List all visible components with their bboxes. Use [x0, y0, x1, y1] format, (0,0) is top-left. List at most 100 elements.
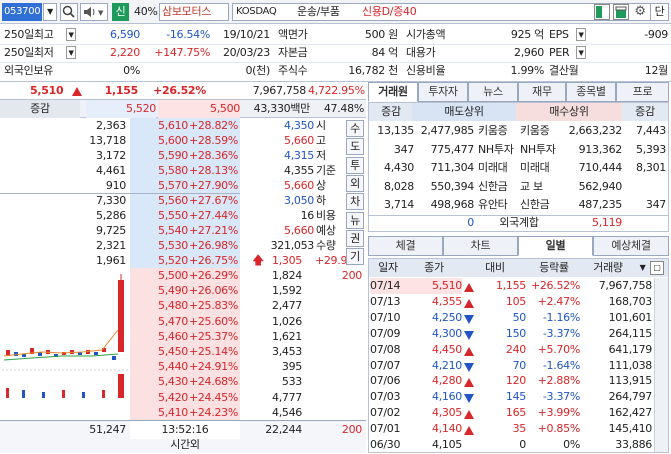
bid-qty[interactable]: 395 — [244, 359, 302, 374]
side-tab[interactable]: 기 — [346, 248, 364, 266]
bid-price[interactable]: 5,470 — [130, 314, 188, 329]
broker-buy-name[interactable]: 미래대 — [520, 159, 560, 177]
bid-rate: +24.45% — [188, 390, 238, 404]
bid-price[interactable]: 5,420 — [130, 390, 188, 405]
after-hours-button[interactable]: 시간외 — [130, 436, 240, 454]
ask-qty[interactable]: 2,363 — [40, 118, 126, 133]
ask-price[interactable]: 5,590 — [130, 148, 188, 163]
daily-scrollbar[interactable] — [654, 278, 668, 452]
ask-price[interactable]: 5,520 — [130, 253, 188, 268]
top-tab[interactable]: 뉴스 — [468, 82, 518, 102]
dropdown-arrow[interactable]: ▼ — [576, 46, 586, 59]
bid-qty[interactable]: 3,453 — [244, 344, 302, 359]
ask-price[interactable]: 5,610 — [130, 118, 188, 133]
top-tab[interactable]: 재무 — [518, 82, 566, 102]
broker-buy-change: 347 — [645, 198, 666, 211]
ask-price[interactable]: 5,580 — [130, 163, 188, 178]
bid-qty[interactable]: 1,592 — [244, 283, 302, 298]
side-tab[interactable]: 투 — [346, 156, 364, 174]
daily-change: 70 — [512, 358, 526, 372]
side-tab[interactable]: 외 — [346, 174, 364, 192]
dropdown-arrow[interactable]: ▼ — [66, 28, 76, 41]
bid-qty[interactable]: 1,026 — [244, 314, 302, 329]
ask-qty[interactable]: 910 — [40, 178, 126, 193]
bottom-tab[interactable]: 차트 — [443, 236, 518, 256]
top-tab[interactable]: 종목별 — [566, 82, 616, 102]
gear-icon[interactable]: ⚙ — [632, 4, 648, 20]
dropdown-arrow[interactable]: ▼ — [66, 46, 76, 59]
ask-qty[interactable]: 7,330 — [40, 193, 126, 208]
settings-icon[interactable]: ▢ — [650, 261, 664, 275]
link-icon[interactable] — [613, 4, 629, 20]
broker-sell-name[interactable]: 신한금 — [478, 178, 518, 196]
bid-qty[interactable]: 2,477 — [244, 298, 302, 313]
daily-header-cell: 등락률 — [539, 261, 569, 274]
bottom-tab[interactable]: 체결 — [368, 236, 443, 256]
bid-price[interactable]: 5,490 — [130, 283, 188, 298]
dropdown-arrow[interactable]: ▼ — [576, 28, 586, 41]
window-restore-icon[interactable] — [594, 4, 610, 20]
daily-change: 1,155 — [496, 279, 526, 292]
top-tab[interactable]: 투자자 — [418, 82, 468, 102]
ask-qty[interactable]: 5,286 — [40, 208, 126, 223]
bid-price[interactable]: 5,500 — [130, 268, 188, 283]
bid-price[interactable]: 5,430 — [130, 374, 188, 389]
info-value-3: 925 억 — [510, 28, 544, 41]
side-tab[interactable]: 도 — [346, 138, 364, 156]
broker-sell-name[interactable]: 미래대 — [478, 159, 518, 177]
bid-qty[interactable]: 1,621 — [244, 329, 302, 344]
ask-qty[interactable]: 13,718 — [40, 133, 126, 148]
daily-date: 07/03 — [370, 390, 401, 404]
broker-sell-change: 13,135 — [377, 124, 414, 137]
ask-qty[interactable]: 9,725 — [40, 223, 126, 238]
broker-buy-qty: 562,940 — [578, 179, 622, 193]
ask-price[interactable]: 5,540 — [130, 223, 188, 238]
ask-price[interactable]: 5,570 — [130, 178, 188, 193]
broker-sell-name[interactable]: NH투자 — [478, 141, 518, 159]
broker-buy-name[interactable]: 교 보 — [520, 178, 560, 196]
bottom-tab[interactable]: 예상체결 — [593, 236, 669, 256]
search-icon[interactable] — [60, 3, 78, 21]
bottom-tab[interactable]: 일별 — [518, 236, 593, 256]
ask-price[interactable]: 5,550 — [130, 208, 188, 223]
broker-sell-name[interactable]: 키움증 — [478, 122, 518, 140]
bid-qty[interactable]: 533 — [244, 374, 302, 389]
bid-qty[interactable]: 1,824 — [244, 268, 302, 283]
bid-qty[interactable]: 4,777 — [244, 390, 302, 405]
ask-qty[interactable]: 2,321 — [40, 238, 126, 253]
mode-badge[interactable]: 신 — [112, 3, 129, 21]
side-tab[interactable]: 차 — [346, 193, 364, 211]
daily-volume: 145,410 — [608, 422, 652, 436]
side-tab[interactable]: 수 — [346, 120, 364, 137]
ask-qty[interactable]: 3,172 — [40, 148, 126, 163]
bid-price[interactable]: 5,480 — [130, 298, 188, 313]
broker-sell-name[interactable]: 유안타 — [478, 196, 518, 214]
code-dropdown-arrow[interactable]: ▼ — [43, 3, 57, 21]
broker-buy-name[interactable]: 신한금 — [520, 196, 560, 214]
broker-buy-name[interactable]: 키움증 — [520, 122, 560, 140]
ask-qty[interactable]: 4,461 — [40, 163, 126, 178]
speaker-icon[interactable]: ▼ — [80, 3, 108, 21]
broker-buy-name[interactable]: NH투자 — [520, 141, 560, 159]
ask-qty[interactable]: 1,961 — [40, 253, 126, 268]
bid-price[interactable]: 5,410 — [130, 405, 188, 420]
foreign-total-label: 외국계합 — [499, 216, 539, 229]
single-button[interactable]: 단 — [650, 3, 669, 21]
stock-code-field[interactable]: 053700 — [2, 3, 42, 21]
expected-qty-label: 수량 — [316, 239, 336, 252]
bid-price[interactable]: 5,450 — [130, 344, 188, 359]
daily-volume: 33,886 — [615, 438, 652, 451]
top-tab[interactable]: 프로 — [616, 82, 669, 102]
side-tab[interactable]: 권 — [346, 229, 364, 247]
side-tab[interactable]: 뉴 — [346, 211, 364, 229]
info-value-3: 1.99% — [510, 64, 544, 77]
bid-price[interactable]: 5,440 — [130, 359, 188, 374]
column-menu-icon[interactable]: ▼ — [637, 262, 648, 274]
ask-price[interactable]: 5,600 — [130, 133, 188, 148]
ask-price[interactable]: 5,560 — [130, 193, 188, 208]
top-tab[interactable]: 거래원 — [368, 82, 418, 102]
ask-price[interactable]: 5,530 — [130, 238, 188, 253]
info-value-2: 84 억 — [371, 46, 398, 59]
bid-price[interactable]: 5,460 — [130, 329, 188, 344]
bid-qty[interactable]: 4,546 — [244, 405, 302, 420]
